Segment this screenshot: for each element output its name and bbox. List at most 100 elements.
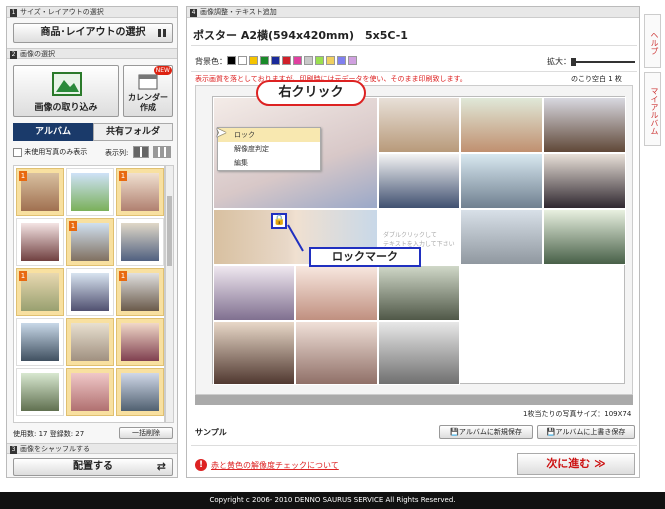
color-swatch[interactable]	[282, 56, 291, 65]
tab-album[interactable]: アルバム	[13, 123, 93, 141]
photo-cell[interactable]	[378, 153, 460, 209]
list-item[interactable]: 1	[116, 268, 164, 316]
list-item[interactable]	[116, 218, 164, 266]
menu-item-lock[interactable]: ロック	[218, 128, 320, 142]
help-tab[interactable]: ヘルプ	[644, 14, 661, 68]
toolbar-divider	[191, 71, 637, 72]
color-swatch[interactable]	[238, 56, 247, 65]
divider	[191, 445, 637, 446]
scrollbar-thumb[interactable]	[167, 196, 172, 266]
remaining-blank-count: のこり空白 1 枚	[571, 75, 622, 83]
list-item[interactable]: 1	[116, 168, 164, 216]
poster-canvas: ダブルクリックして テキストを入力して下さい 🔒 ロックマーク ロック 解像度判…	[212, 96, 626, 385]
grid-3col-icon[interactable]	[153, 146, 171, 158]
bulk-delete-button[interactable]: 一括削除	[119, 427, 173, 439]
photo-cell[interactable]	[378, 97, 460, 153]
list-item[interactable]	[16, 368, 64, 416]
canvas-scrollbar[interactable]	[195, 395, 633, 405]
list-item[interactable]	[66, 168, 114, 216]
color-swatch[interactable]	[348, 56, 357, 65]
list-item[interactable]: 1	[16, 168, 64, 216]
section-1-header: 1 サイズ・レイアウトの選択	[7, 7, 177, 18]
grid-icon	[158, 29, 166, 37]
color-swatch[interactable]	[304, 56, 313, 65]
section-2-title: 画像の選択	[20, 50, 55, 58]
menu-item-resolution-check[interactable]: 解像度判定	[218, 142, 320, 156]
title-divider	[191, 45, 637, 46]
lock-mark-callout: ロックマーク	[309, 247, 421, 267]
photo-cell[interactable]	[378, 265, 460, 321]
product-title: ポスター A2横(594x420mm) 5x5C-1	[193, 29, 408, 42]
unused-only-filter[interactable]: 未使用写真のみ表示	[13, 147, 87, 159]
lock-icon[interactable]: 🔒	[271, 213, 287, 229]
color-swatch[interactable]	[260, 56, 269, 65]
photo-cell[interactable]	[295, 265, 378, 321]
overwrite-album-button[interactable]: 💾アルバムに上書き保存	[537, 425, 635, 439]
list-item[interactable]	[66, 318, 114, 366]
list-item[interactable]	[16, 318, 64, 366]
color-swatch[interactable]	[227, 56, 236, 65]
usage-badge: 1	[19, 171, 27, 181]
section-2-header: 2 画像の選択	[7, 48, 177, 59]
photo-cell[interactable]	[543, 209, 626, 265]
product-layout-button[interactable]: 商品･レイアウトの選択	[13, 23, 173, 43]
tab-shared-folder[interactable]: 共有フォルダ	[93, 123, 173, 141]
color-swatch[interactable]	[337, 56, 346, 65]
unused-only-checkbox[interactable]	[13, 147, 22, 157]
usage-badge: 1	[69, 221, 77, 231]
photo-cell[interactable]	[378, 321, 460, 385]
next-button[interactable]: 次に進む ≫	[517, 453, 635, 475]
shuffle-icon: ⇄	[156, 460, 166, 473]
album-thumbnail-list: 1 1 1 1 1	[13, 165, 165, 423]
list-item[interactable]	[116, 368, 164, 416]
grid-2col-icon[interactable]	[133, 146, 149, 158]
color-swatch[interactable]	[249, 56, 258, 65]
list-item[interactable]: 1	[66, 218, 114, 266]
photo-cell[interactable]	[460, 209, 543, 265]
list-item[interactable]	[116, 318, 164, 366]
zoom-slider[interactable]	[571, 58, 635, 66]
step-number: 2	[10, 51, 17, 59]
photo-cell[interactable]	[460, 97, 543, 153]
menu-item-edit[interactable]: 編集	[218, 156, 320, 170]
usage-count: 使用数: 17 登録数: 27	[13, 430, 85, 438]
calendar-create-button[interactable]: NEW カレンダー作成	[123, 65, 173, 117]
place-button-label: 配置する	[73, 461, 113, 472]
left-panel: 1 サイズ・レイアウトの選択 商品･レイアウトの選択 2 画像の選択 画像の取り込み…	[6, 6, 178, 478]
photo-cell[interactable]	[543, 97, 626, 153]
sample-label: サンプル	[195, 428, 227, 437]
list-item[interactable]	[66, 368, 114, 416]
my-album-tab[interactable]: マイアルバム	[644, 72, 661, 146]
photo-cell[interactable]	[543, 153, 626, 209]
thumbnail-scrollbar[interactable]	[165, 165, 174, 423]
section-3-title: 画像をシャッフルする	[20, 445, 90, 453]
section-4-header: 4 画像調整・テキスト追加	[187, 7, 639, 18]
zoom-slider-knob[interactable]	[571, 58, 576, 66]
import-images-label: 画像の取り込み	[34, 103, 98, 113]
photo-cell[interactable]	[460, 153, 543, 209]
list-item[interactable]	[16, 218, 64, 266]
color-swatch[interactable]	[315, 56, 324, 65]
photo-cell[interactable]	[213, 321, 295, 385]
list-item[interactable]	[66, 268, 114, 316]
color-swatch[interactable]	[293, 56, 302, 65]
photo-cell[interactable]	[213, 265, 295, 321]
warning-icon: !	[195, 459, 207, 471]
section-1-title: サイズ・レイアウトの選択	[20, 8, 104, 16]
step-number: 4	[190, 9, 197, 17]
calendar-create-label: カレンダー作成	[128, 93, 168, 112]
copyright-text: Copyright c 2006- 2010 DENNO SAURUS SERV…	[209, 496, 456, 504]
place-button[interactable]: 配置する ⇄	[13, 458, 173, 476]
step-number: 1	[10, 9, 17, 17]
section-3-header: 3 画像をシャッフルする	[7, 443, 177, 454]
color-swatch[interactable]	[326, 56, 335, 65]
photo-cell[interactable]	[295, 321, 378, 385]
color-swatch[interactable]	[271, 56, 280, 65]
unused-only-label: 未使用写真のみ表示	[24, 148, 88, 156]
footer: Copyright c 2006- 2010 DENNO SAURUS SERV…	[0, 492, 665, 509]
text-placeholder: ダブルクリックして テキストを入力して下さい	[383, 232, 455, 248]
import-images-button[interactable]: 画像の取り込み	[13, 65, 119, 117]
list-item[interactable]: 1	[16, 268, 64, 316]
save-new-album-button[interactable]: 💾アルバムに新規保存	[439, 425, 533, 439]
resolution-check-link[interactable]: 赤と黄色の解像度チェックについて	[211, 460, 339, 471]
